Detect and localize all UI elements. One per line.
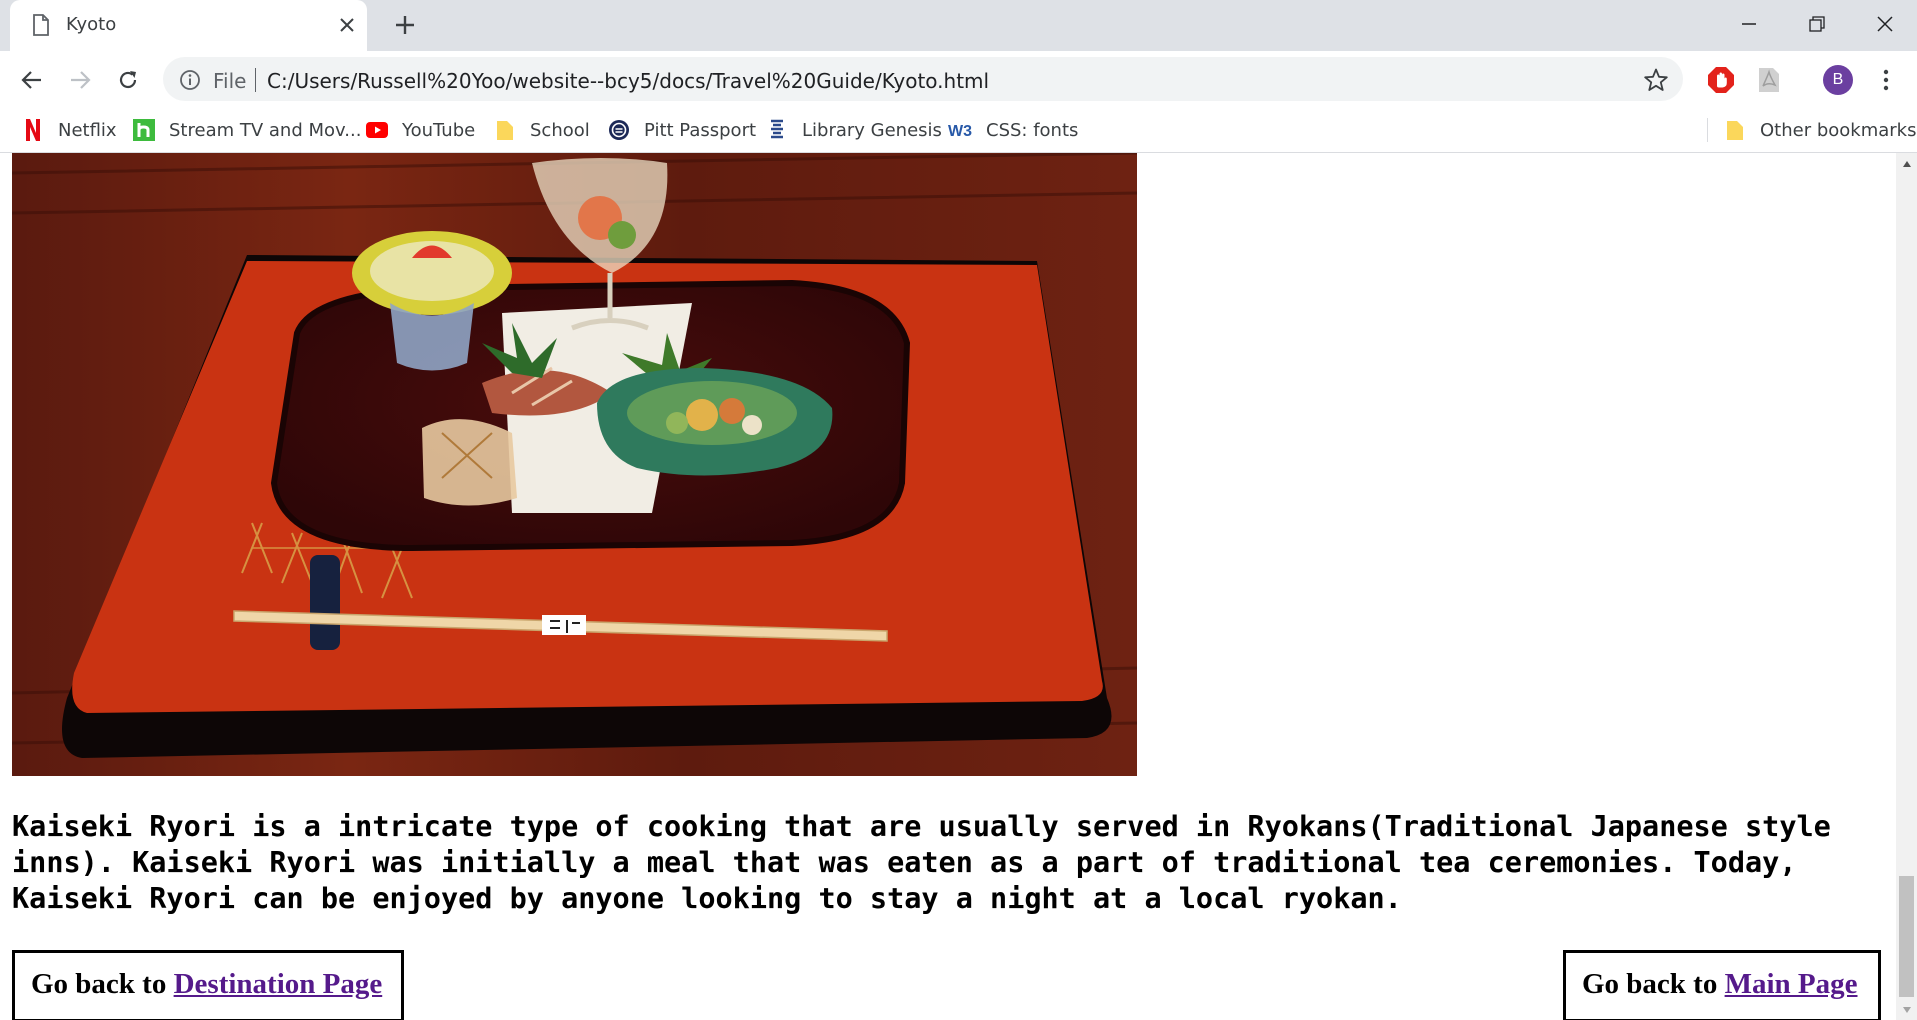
profile-avatar[interactable]: B [1823,65,1853,95]
bookmark-label: Stream TV and Mov... [169,119,362,141]
nav-prefix: Go back to [1582,968,1725,1000]
close-tab-icon[interactable] [338,16,356,34]
info-icon[interactable] [179,69,201,91]
minimize-icon[interactable] [1725,6,1773,42]
bookmark-star-icon[interactable] [1643,67,1669,93]
browser-toolbar: File C:/Users/Russell%20Yoo/website--bcy… [0,51,1917,108]
svg-text:W3: W3 [948,123,972,139]
bookmark-library-genesis[interactable]: Library Genesis [766,114,942,146]
main-nav-box: Go back to Main Page [1563,950,1881,1020]
back-icon[interactable] [17,65,47,95]
new-tab-icon[interactable] [392,12,418,38]
bookmark-hulu[interactable]: Stream TV and Mov... [133,114,361,146]
bookmark-label: School [530,119,590,141]
youtube-icon [366,119,388,141]
main-page-link[interactable]: Main Page [1725,968,1858,1000]
hulu-icon [133,119,155,141]
bookmark-label: Pitt Passport [644,119,757,141]
vertical-scrollbar[interactable] [1896,153,1917,1020]
scrollbar-thumb[interactable] [1899,876,1914,997]
page-icon [33,14,49,36]
bookmark-youtube[interactable]: YouTube [366,114,475,146]
tab-title: Kyoto [66,14,117,35]
url-scheme: File [213,69,247,93]
bookmark-label: CSS: fonts [986,119,1079,141]
folder-icon [494,119,516,141]
bookmarks-bar: Netflix Stream TV and Mov... YouTube Sch… [0,108,1917,153]
bookmark-label: Netflix [58,119,117,141]
kaiseki-meal-photo [12,153,1137,776]
address-bar[interactable]: File C:/Users/Russell%20Yoo/website--bcy… [163,57,1683,101]
bookmarks-divider [1707,118,1708,142]
page-viewport: Kaiseki Ryori is a intricate type of coo… [0,153,1896,1020]
nav-prefix: Go back to [31,968,174,1000]
destination-page-link[interactable]: Destination Page [174,968,383,1000]
pdf-icon[interactable] [1754,65,1784,95]
bookmark-netflix[interactable]: Netflix [22,114,117,146]
bookmark-label: Library Genesis [802,119,942,141]
url-text[interactable]: C:/Users/Russell%20Yoo/website--bcy5/doc… [267,69,989,93]
adblock-icon[interactable] [1706,65,1736,95]
reload-icon[interactable] [113,65,143,95]
avatar: B [1823,65,1853,95]
kaiseki-description: Kaiseki Ryori is a intricate type of coo… [12,810,1831,915]
bookmark-label: YouTube [402,119,476,141]
w3schools-icon: W3 [948,119,972,141]
destination-nav-box: Go back to Destination Page [12,950,404,1020]
libgen-icon [766,119,788,141]
forward-icon[interactable] [65,65,95,95]
pitt-icon [608,119,630,141]
bookmark-pitt-passport[interactable]: Pitt Passport [608,114,756,146]
bookmark-school[interactable]: School [494,114,590,146]
menu-icon[interactable] [1871,65,1901,95]
scroll-down-icon[interactable] [1896,999,1917,1020]
netflix-icon [22,119,44,141]
close-window-icon[interactable] [1861,6,1909,42]
folder-icon [1724,119,1746,141]
tab-strip: Kyoto [0,0,1917,51]
tab-kyoto[interactable]: Kyoto [10,0,367,51]
scroll-up-icon[interactable] [1896,153,1917,174]
restore-icon[interactable] [1793,6,1841,42]
other-bookmarks-label: Other bookmarks [1760,119,1917,141]
url-divider [255,68,256,92]
bookmark-css-fonts[interactable]: W3 CSS: fonts [948,114,1078,146]
bookmark-other[interactable]: Other bookmarks [1724,114,1916,146]
